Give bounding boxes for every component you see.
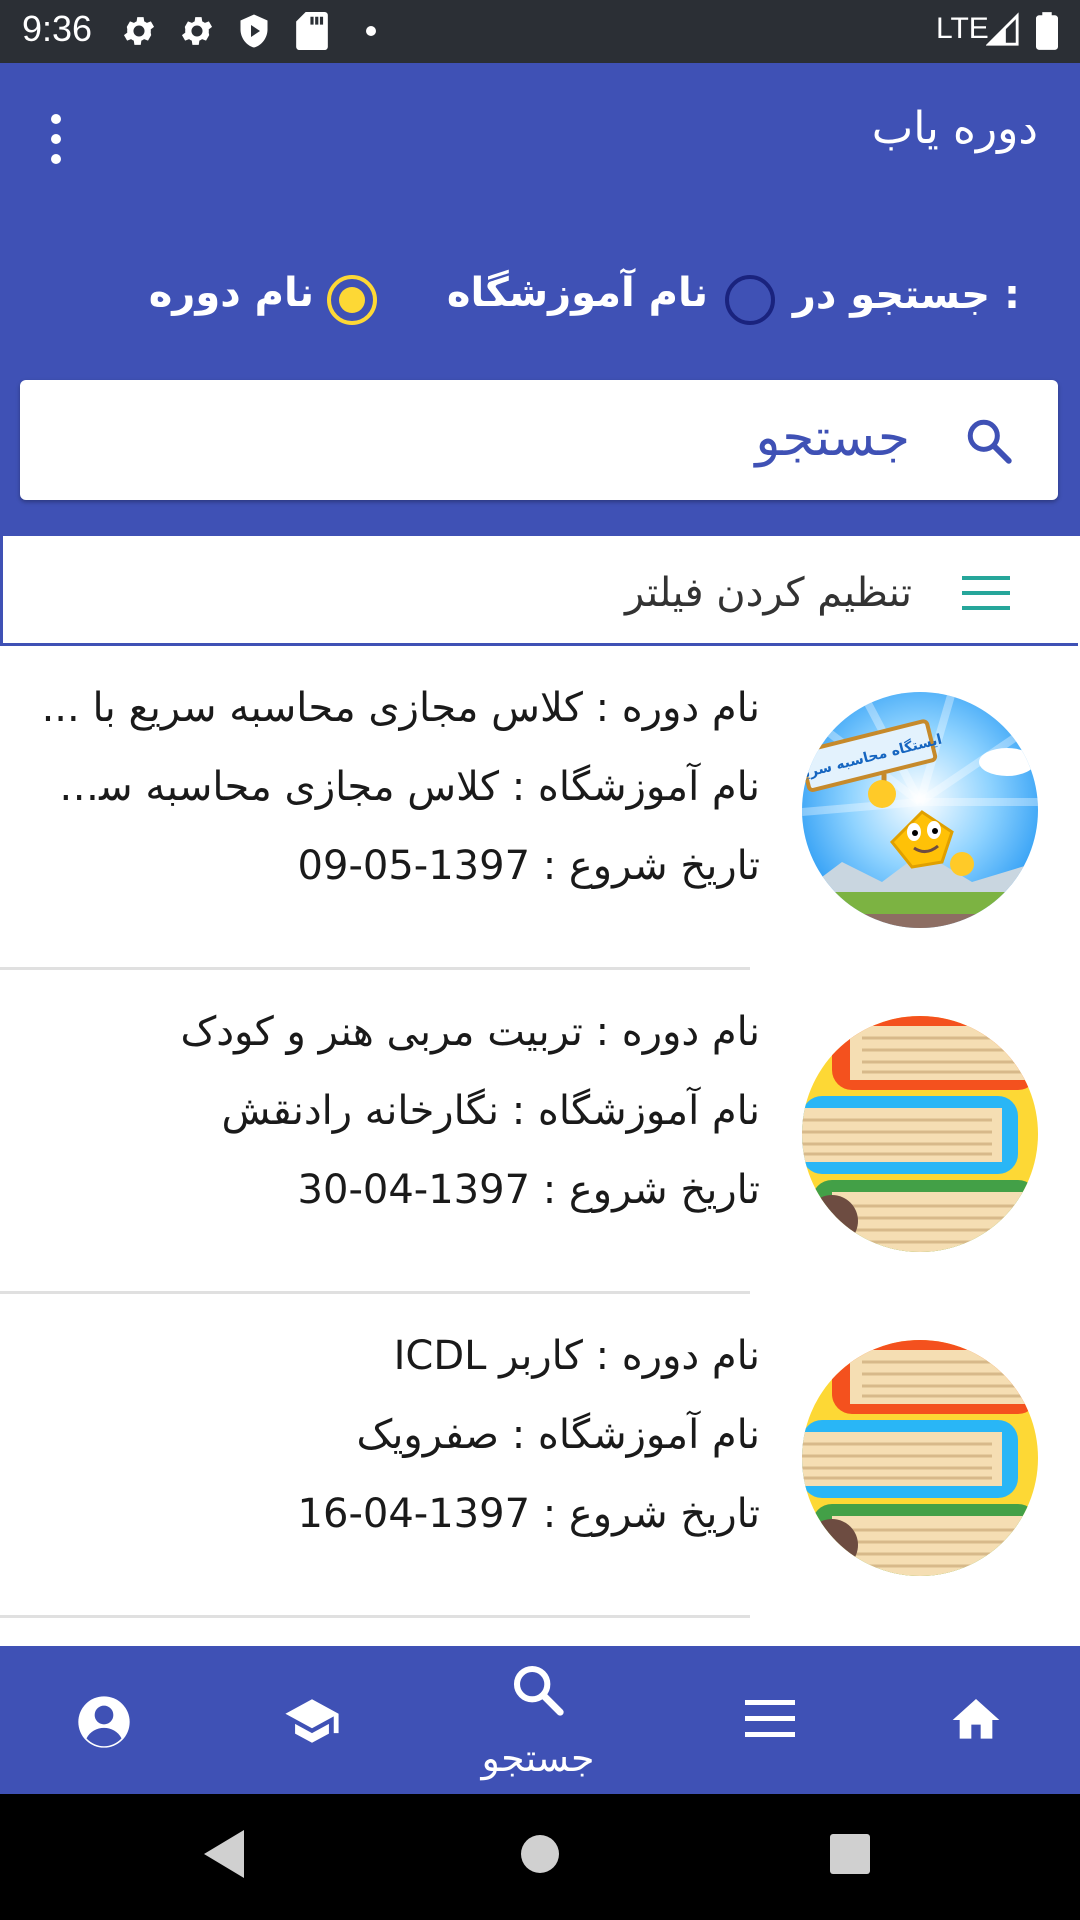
nav-search[interactable]: جستجو <box>458 1646 618 1794</box>
course-thumbnail <box>802 1016 1038 1252</box>
course-details: نام دوره : کاربر ICDL نام آموزشگاه : صفر… <box>40 1330 760 1567</box>
course-start-date: تاریخ شروع : 1397-05-09 <box>297 843 760 889</box>
home-icon <box>952 1699 1000 1739</box>
search-in-label: جستجو در : <box>792 272 1020 318</box>
books-image <box>802 1016 1038 1252</box>
network-type: LTE <box>936 12 989 45</box>
signal-icon <box>986 12 1019 46</box>
course-name: نام دوره : کلاس مجازی محاسبه سریع با ... <box>41 685 760 731</box>
account-icon <box>78 1696 130 1748</box>
back-icon[interactable] <box>204 1830 244 1878</box>
course-thumbnail: ایستگاه محاسبه سریع <box>802 692 1038 928</box>
search-panel: جستجو در : نام آموزشگاه نام دوره جستجو <box>0 210 1080 536</box>
status-time: 9:36 <box>22 8 93 49</box>
course-list-item[interactable]: نام دوره : کاربر ICDL نام آموزشگاه : صفر… <box>0 1294 1080 1618</box>
nav-profile[interactable] <box>24 1646 184 1794</box>
radio-label: نام آموزشگاه <box>446 270 708 316</box>
course-institute: نام آموزشگاه : نگارخانه رادنقش <box>221 1088 760 1134</box>
system-navigation-bar <box>0 1794 1080 1920</box>
course-start-date: تاریخ شروع : 1397-04-30 <box>297 1167 760 1213</box>
course-institute: نام آموزشگاه : کلاس مجازی محاسبه سری.. <box>40 764 760 810</box>
settings-icon <box>181 17 213 45</box>
settings-icon <box>123 17 155 45</box>
books-image <box>802 1340 1038 1576</box>
app-bar: دوره یاب <box>0 63 1080 210</box>
recents-icon[interactable] <box>830 1834 870 1874</box>
radio-label: نام دوره <box>148 270 314 316</box>
divider <box>0 1615 750 1618</box>
bottom-navigation: جستجو <box>0 1646 1080 1794</box>
course-thumbnail <box>802 1340 1038 1576</box>
battery-icon <box>1036 12 1058 50</box>
search-icon[interactable] <box>964 416 1014 466</box>
search-input[interactable]: جستجو <box>20 380 1058 500</box>
sd-card-icon <box>296 12 328 50</box>
nav-search-label: جستجو <box>481 1736 595 1780</box>
filter-label: تنظیم کردن فیلتر <box>624 570 912 616</box>
menu-icon <box>962 576 1010 610</box>
radio-checked-icon <box>327 275 377 325</box>
course-details: نام دوره : تربیت مربی هنر و کودک نام آمو… <box>40 1006 761 1243</box>
filter-button[interactable]: تنظیم کردن فیلتر <box>0 536 1078 646</box>
notification-dot <box>366 26 376 36</box>
course-list-item[interactable]: نام دوره : تربیت مربی هنر و کودک نام آمو… <box>0 970 1080 1294</box>
school-icon <box>285 1699 339 1743</box>
nav-courses[interactable] <box>232 1646 392 1794</box>
more-vert-icon[interactable] <box>36 109 76 169</box>
status-bar: 9:36 LTE <box>0 0 1080 63</box>
nav-home[interactable] <box>896 1646 1056 1794</box>
nav-menu[interactable] <box>690 1646 850 1794</box>
radio-course-name[interactable]: نام دوره <box>149 266 386 326</box>
app-title: دوره یاب <box>871 103 1038 154</box>
course-start-date: تاریخ شروع : 1397-04-16 <box>297 1491 760 1537</box>
search-icon <box>513 1665 564 1716</box>
course-list-item[interactable]: نام دوره : کلاس مجازی محاسبه سریع با ...… <box>0 646 1080 970</box>
course-institute: نام آموزشگاه : صفرویک <box>356 1412 761 1458</box>
search-placeholder: جستجو <box>755 408 910 468</box>
radio-institute-name[interactable]: نام آموزشگاه <box>447 266 780 326</box>
course-name: نام دوره : کاربر ICDL <box>393 1333 760 1379</box>
menu-icon <box>745 1700 795 1737</box>
course-details: نام دوره : کلاس مجازی محاسبه سریع با ...… <box>40 682 760 919</box>
radio-unchecked-icon <box>725 275 775 325</box>
shield-icon <box>240 14 268 48</box>
course-name: نام دوره : تربیت مربی هنر و کودک <box>180 1009 761 1055</box>
mascot-image: ایستگاه محاسبه سریع <box>802 692 1038 928</box>
home-circle-icon[interactable] <box>520 1834 560 1874</box>
